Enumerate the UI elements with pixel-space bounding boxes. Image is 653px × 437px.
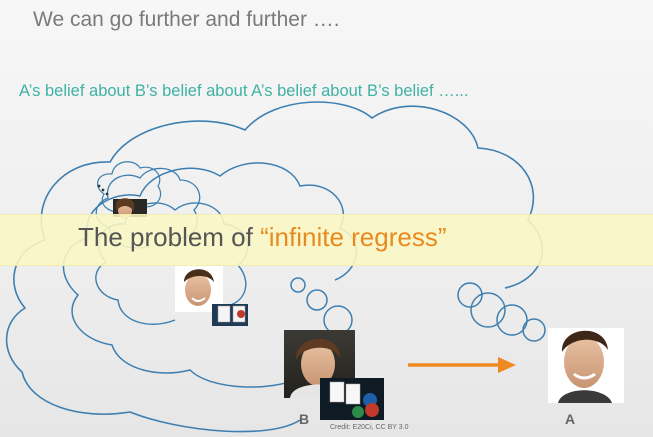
banner-title: The problem of “infinite regress” — [78, 222, 447, 253]
arrow-b-to-a — [408, 357, 516, 373]
label-a: A — [565, 411, 576, 427]
banner-prefix: The problem of — [78, 222, 261, 252]
label-b: B — [299, 411, 310, 427]
person-a-photo-small — [175, 266, 248, 326]
banner-open-quote: “ — [260, 222, 269, 252]
thought-bubbles-a — [457, 282, 546, 342]
large-thought-cloud — [5, 101, 544, 433]
image-credit: Credit: E20Ci, CC BY 3.0 — [330, 424, 409, 431]
thought-bubbles-b — [290, 277, 353, 335]
person-a-photo — [548, 328, 624, 403]
person-b-photo — [284, 330, 384, 420]
banner-close-quote: ” — [437, 222, 447, 252]
banner-highlight: infinite regress — [268, 222, 438, 252]
